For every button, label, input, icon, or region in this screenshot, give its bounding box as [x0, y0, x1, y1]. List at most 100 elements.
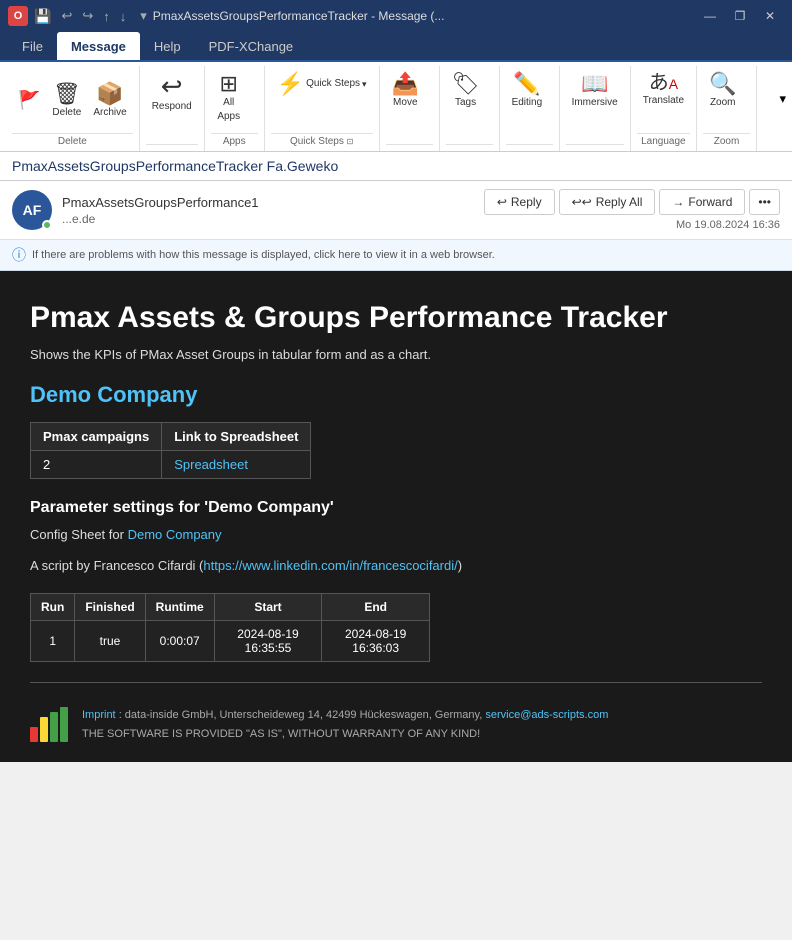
footer-imprint: Imprint : data-inside GmbH, Unterscheide… [82, 707, 608, 724]
forward-button[interactable]: → Forward [659, 189, 745, 215]
archive-button[interactable]: 📦 Archive [87, 80, 132, 122]
service-email-link[interactable]: service@ads-scripts.com [485, 709, 608, 721]
ribbon-group-zoom: 🔍 Zoom Zoom [697, 66, 757, 151]
tags-icon: 🏷 [452, 73, 480, 95]
tab-file[interactable]: File [8, 32, 57, 60]
flag-button[interactable]: 🚩 [12, 88, 46, 114]
all-apps-button[interactable]: ⊞ All Apps [211, 70, 247, 126]
ribbon-group-apps: ⊞ All Apps Apps [205, 66, 265, 151]
run-number: 1 [31, 621, 75, 662]
editing-group-label [506, 144, 553, 151]
email-date: Mo 19.08.2024 16:36 [676, 219, 780, 231]
zoom-button[interactable]: 🔍 Zoom [703, 70, 742, 112]
respond-button[interactable]: ↩ Respond [146, 70, 198, 116]
online-indicator [42, 220, 52, 230]
email-content: PmaxAssetsGroupsPerformanceTracker Fa.Ge… [0, 152, 792, 940]
imprint-link[interactable]: Imprint [82, 709, 116, 721]
subject-bar: PmaxAssetsGroupsPerformanceTracker Fa.Ge… [0, 152, 792, 181]
close-button[interactable]: ✕ [756, 2, 784, 30]
spreadsheet-cell: Spreadsheet [162, 451, 311, 479]
archive-icon: 📦 [96, 83, 123, 105]
run-end: 2024-08-19 16:36:03 [322, 621, 430, 662]
reply-button[interactable]: ↩ Reply [484, 189, 555, 215]
ribbon-group-language: あA Translate Language [631, 66, 697, 151]
ribbon-group-editing: ✏️ Pmax Assets & Groups Performance Trac… [500, 66, 560, 151]
linkedin-link[interactable]: https://www.linkedin.com/in/francescocif… [203, 558, 457, 573]
run-start: 2024-08-19 16:35:55 [214, 621, 322, 662]
translate-icon: あA [649, 73, 678, 93]
ribbon-group-immersive: 📖 Immersive [560, 66, 631, 151]
end-col-header: End [322, 594, 430, 621]
quick-steps-button[interactable]: ⚡ Quick Steps ▾ [271, 70, 373, 98]
redo-icon[interactable]: ↪ [82, 8, 93, 24]
config-company-link[interactable]: Demo Company [128, 527, 222, 542]
save-icon[interactable]: 💾 [34, 8, 51, 25]
translate-button[interactable]: あA Translate [637, 70, 690, 110]
email-body: Pmax Assets & Groups Performance Tracker… [0, 271, 792, 762]
email-subject: PmaxAssetsGroupsPerformanceTracker Fa.Ge… [12, 158, 338, 174]
sender-name: PmaxAssetsGroupsPerformance1 [62, 195, 259, 210]
zoom-group-label: Zoom [703, 133, 750, 151]
language-group-label: Language [637, 133, 690, 151]
immersive-button[interactable]: 📖 Immersive [566, 70, 624, 112]
respond-icon: ↩ [161, 73, 183, 99]
tab-message[interactable]: Message [57, 32, 140, 60]
table-row: 2 Spreadsheet [31, 451, 311, 479]
zoom-icon: 🔍 [709, 73, 736, 95]
reply-all-button[interactable]: ↩↩ Reply All [559, 189, 656, 215]
param-settings-title: Parameter settings for 'Demo Company' [30, 499, 762, 517]
footer-logo [30, 707, 70, 742]
customize-icon[interactable]: ▾ [140, 8, 147, 24]
email-main-title: Pmax Assets & Groups Performance Tracker [30, 301, 762, 335]
ribbon-group-respond: ↩ Respond [140, 66, 205, 151]
table-header-spreadsheet: Link to Spreadsheet [162, 423, 311, 451]
info-strip[interactable]: ⓘ If there are problems with how this me… [0, 240, 792, 271]
info-strip-text: If there are problems with how this mess… [32, 249, 495, 261]
info-icon: ⓘ [12, 245, 26, 265]
script-credit: A script by Francesco Cifardi (https://w… [30, 558, 762, 573]
editing-button[interactable]: ✏️ Pmax Assets & Groups Performance Trac… [506, 70, 549, 112]
delete-group-label: Delete [12, 133, 133, 151]
avatar: AF [12, 190, 52, 230]
email-header-right: ↩ Reply ↩↩ Reply All → Forward ••• [484, 189, 780, 231]
finished-col-header: Finished [75, 594, 145, 621]
company-link[interactable]: Demo Company [30, 382, 762, 408]
delete-button[interactable]: 🗑 Delete [46, 80, 87, 122]
email-actions: ↩ Reply ↩↩ Reply All → Forward ••• [484, 189, 780, 215]
ribbon: 🚩 🗑 Delete 📦 Archive Delete ↩ Respond [0, 62, 792, 152]
maximize-button[interactable]: ❐ [726, 2, 754, 30]
tab-help[interactable]: Help [140, 32, 195, 60]
window-title: PmaxAssetsGroupsPerformanceTracker - Mes… [153, 9, 445, 23]
footer-disclaimer: THE SOFTWARE IS PROVIDED "AS IS", WITHOU… [82, 728, 608, 740]
ribbon-expand[interactable]: ▾ [779, 66, 786, 151]
minimize-button[interactable]: — [696, 2, 724, 30]
sender-info: AF PmaxAssetsGroupsPerformance1 ...e.de [12, 190, 259, 230]
tab-pdf-xchange[interactable]: PDF-XChange [195, 32, 308, 60]
reply-icon: ↩ [497, 195, 507, 209]
email-subtitle: Shows the KPIs of PMax Asset Groups in t… [30, 347, 762, 362]
ribbon-tabs: File Message Help PDF-XChange [0, 32, 792, 62]
move-group-label [386, 144, 433, 151]
campaigns-count: 2 [31, 451, 162, 479]
title-bar: O 💾 ↩ ↪ ↑ ↓ ▾ PmaxAssetsGroupsPerformanc… [0, 0, 792, 32]
quick-steps-group-label: Quick Steps ⊡ [271, 133, 373, 151]
undo-icon[interactable]: ↩ [61, 8, 72, 24]
ribbon-group-quick-steps: ⚡ Quick Steps ▾ Quick Steps ⊡ [265, 66, 380, 151]
spreadsheet-link[interactable]: Spreadsheet [174, 457, 248, 472]
apps-icon: ⊞ [220, 73, 238, 95]
table-header-campaigns: Pmax campaigns [31, 423, 162, 451]
delete-icon: 🗑 [53, 83, 81, 105]
footer-content: Imprint : data-inside GmbH, Unterscheide… [82, 707, 608, 740]
campaigns-table: Pmax campaigns Link to Spreadsheet 2 Spr… [30, 422, 311, 479]
editing-icon: ✏️ [513, 73, 540, 95]
email-scroll[interactable]: Pmax Assets & Groups Performance Tracker… [0, 271, 792, 940]
tags-button[interactable]: 🏷 Tags [446, 70, 486, 112]
up-icon[interactable]: ↑ [103, 9, 110, 24]
run-table-row: 1 true 0:00:07 2024-08-19 16:35:55 2024-… [31, 621, 430, 662]
quick-steps-icon: ⚡ [277, 73, 304, 95]
move-button[interactable]: 📤 Move [386, 70, 425, 112]
immersive-icon: 📖 [581, 73, 608, 95]
down-icon[interactable]: ↓ [120, 9, 127, 24]
more-actions-button[interactable]: ••• [749, 189, 780, 215]
ribbon-group-delete: 🚩 🗑 Delete 📦 Archive Delete [6, 66, 140, 151]
